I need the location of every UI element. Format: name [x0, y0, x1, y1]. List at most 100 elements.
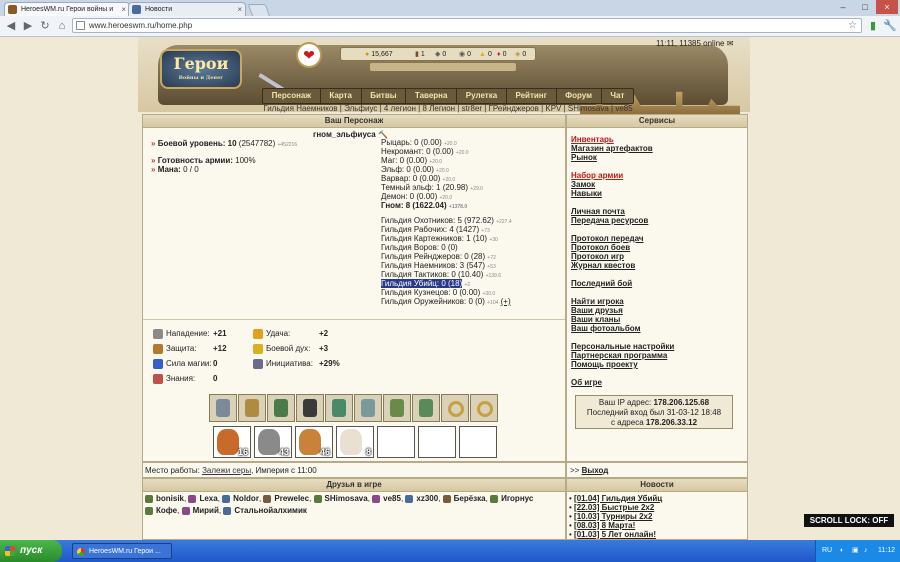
friend-name[interactable]: Берёзка	[454, 494, 486, 503]
start-button[interactable]: пуск	[0, 540, 62, 562]
army-slot[interactable]: 46	[295, 426, 333, 458]
service-link[interactable]: Найти игрока	[571, 297, 624, 306]
friend-name[interactable]: Noldor	[233, 494, 259, 503]
extension-icon[interactable]: ▮	[866, 19, 880, 33]
service-link[interactable]: Протокол передач	[571, 234, 644, 243]
artifact-slot[interactable]	[209, 394, 237, 422]
news-link[interactable]: [22.03] Быстрые 2х2	[574, 503, 654, 512]
taskbar-browser-item[interactable]: HeroesWM.ru Герои ...	[72, 543, 172, 559]
artifact-slot[interactable]	[238, 394, 266, 422]
friend-name[interactable]: bonisik	[156, 494, 184, 503]
artifact-slot[interactable]	[267, 394, 295, 422]
artifact-slot[interactable]	[296, 394, 324, 422]
service-link[interactable]: Рынок	[571, 153, 597, 162]
dwarf-unit-icon	[299, 429, 321, 455]
game-logo[interactable]: Герои Войны и Денег	[160, 49, 242, 89]
menu-chat[interactable]: Чат	[602, 89, 633, 103]
character-name[interactable]: гном_эльфиуса 🔨	[313, 130, 388, 139]
browser-tab-news[interactable]: Новости ×	[128, 2, 246, 16]
exit-link[interactable]: Выход	[582, 466, 609, 475]
menu-forum[interactable]: Форум	[557, 89, 602, 103]
artifact-slot[interactable]	[470, 394, 498, 422]
news-item[interactable]: • [01.03] 5 Лет онлайн!	[569, 530, 656, 539]
back-icon[interactable]: ◀	[4, 19, 18, 33]
news-link[interactable]: [01.04] Гильдия Убийц	[574, 494, 662, 503]
service-link[interactable]: Ваши кланы	[571, 315, 620, 324]
volume-icon[interactable]: ♪	[864, 540, 868, 562]
menu-roulette[interactable]: Рулетка	[457, 89, 507, 103]
menu-tavern[interactable]: Таверна	[406, 89, 458, 103]
menu-map[interactable]: Карта	[321, 89, 362, 103]
browser-tab-heroeswm[interactable]: HeroesWM.ru Герои войны и ×	[4, 2, 130, 16]
army-slot[interactable]: 8	[336, 426, 374, 458]
clan-links[interactable]: Гильдия Наемников | Эльфиус | 4 легион |…	[238, 104, 658, 113]
artifact-slot[interactable]	[325, 394, 353, 422]
service-link[interactable]: Помощь проекту	[571, 360, 638, 369]
url-input[interactable]: www.heroeswm.ru/home.php ☆	[72, 18, 862, 33]
heart-icon[interactable]: ❤	[296, 42, 322, 68]
service-link[interactable]: Ваши друзья	[571, 306, 623, 315]
news-link[interactable]: [10.03] Турниры 2х2	[574, 512, 652, 521]
news-item[interactable]: • [10.03] Турниры 2х2	[569, 512, 652, 521]
guild-value: Гильдия Воров: 0 (0)	[381, 243, 458, 252]
service-link[interactable]: Протокол игр	[571, 252, 624, 261]
minimize-icon[interactable]: –	[832, 0, 854, 14]
artifact-slot[interactable]	[412, 394, 440, 422]
wrench-icon[interactable]: 🔧	[883, 19, 897, 33]
friend-name[interactable]: xz300	[416, 494, 438, 503]
friend-name[interactable]: Мирий	[193, 506, 219, 515]
reload-icon[interactable]: ↻	[38, 19, 52, 33]
service-link[interactable]: Передача ресурсов	[571, 216, 648, 225]
service-link[interactable]: Ваш фотоальбом	[571, 324, 641, 333]
news-item[interactable]: • [08.03] 8 Марта!	[569, 521, 635, 530]
service-link[interactable]: Персональные настройки	[571, 342, 674, 351]
friend-name[interactable]: Игорнус	[501, 494, 533, 503]
service-link[interactable]: Замок	[571, 180, 595, 189]
friend-name[interactable]: Стальнойалхимик	[234, 506, 307, 515]
service-link[interactable]: Журнал квестов	[571, 261, 635, 270]
friend-name[interactable]: Lexa	[199, 494, 217, 503]
menu-rating[interactable]: Рейтинг	[507, 89, 557, 103]
friend-name[interactable]: ve85	[383, 494, 401, 503]
bookmark-star-icon[interactable]: ☆	[848, 19, 857, 32]
menu-character[interactable]: Персонаж	[263, 89, 321, 103]
work-place-link[interactable]: Залежи серы	[202, 466, 251, 475]
service-link[interactable]: Магазин артефактов	[571, 144, 653, 153]
close-tab-icon[interactable]: ×	[237, 3, 242, 16]
close-tab-icon[interactable]: ×	[121, 3, 126, 16]
artifact-slot[interactable]	[441, 394, 469, 422]
army-slot[interactable]: 16	[213, 426, 251, 458]
service-link[interactable]: Последний бой	[571, 279, 632, 288]
stat-value: +29%	[319, 359, 340, 368]
army-slot[interactable]	[418, 426, 456, 458]
artifact-slot[interactable]	[383, 394, 411, 422]
service-link[interactable]: Инвентарь	[571, 135, 614, 144]
guild-plus-link[interactable]: (+)	[501, 297, 511, 306]
army-slot[interactable]: 43	[254, 426, 292, 458]
army-slot[interactable]	[459, 426, 497, 458]
language-indicator[interactable]: RU	[822, 540, 832, 562]
news-link[interactable]: [08.03] 8 Марта!	[574, 521, 635, 530]
friend-name[interactable]: SHimosava	[325, 494, 368, 503]
friend-name[interactable]: Prewelec	[274, 494, 309, 503]
army-slot[interactable]	[377, 426, 415, 458]
service-link[interactable]: Набор армии	[571, 171, 623, 180]
network-icon[interactable]: ▣	[852, 540, 859, 562]
service-link[interactable]: Об игре	[571, 378, 602, 387]
news-item[interactable]: • [01.04] Гильдия Убийц	[569, 494, 662, 503]
forward-icon[interactable]: ▶	[21, 19, 35, 33]
maximize-icon[interactable]: □	[854, 0, 876, 14]
menu-battles[interactable]: Битвы	[362, 89, 407, 103]
help-icon[interactable]: ◐	[840, 540, 844, 562]
close-window-icon[interactable]: ×	[876, 0, 898, 14]
friend-name[interactable]: Кофе	[156, 506, 177, 515]
news-link[interactable]: [01.03] 5 Лет онлайн!	[574, 530, 656, 539]
news-item[interactable]: • [22.03] Быстрые 2х2	[569, 503, 654, 512]
service-link[interactable]: Партнерская программа	[571, 351, 667, 360]
service-link[interactable]: Протокол боев	[571, 243, 630, 252]
home-icon[interactable]: ⌂	[55, 19, 69, 33]
crystal-icon: ♦	[497, 51, 501, 58]
service-link[interactable]: Навыки	[571, 189, 602, 198]
service-link[interactable]: Личная почта	[571, 207, 625, 216]
artifact-slot[interactable]	[354, 394, 382, 422]
